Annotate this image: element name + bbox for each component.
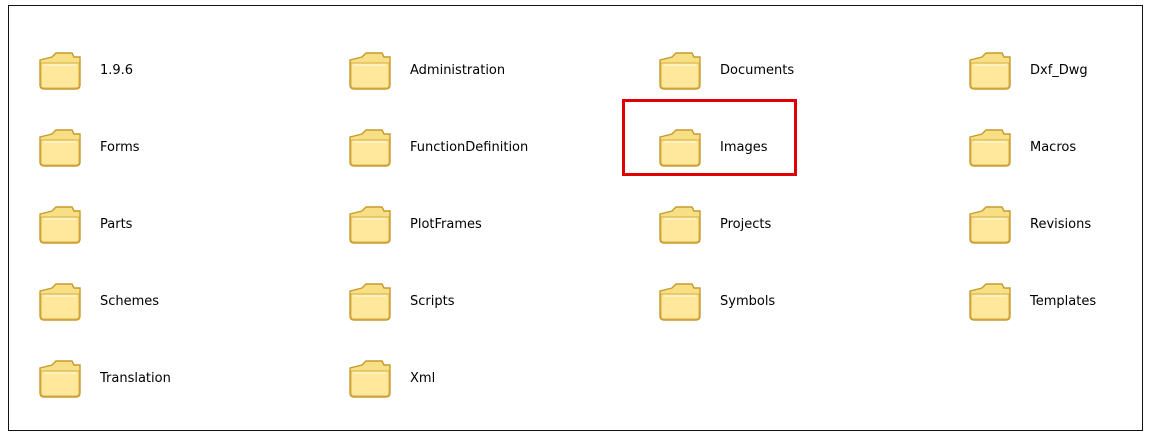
folder-icon <box>969 52 1011 90</box>
folder-item[interactable]: Administration <box>318 47 558 103</box>
folder-label: Revisions <box>1030 217 1092 232</box>
folder-icon <box>349 129 391 167</box>
folder-item[interactable]: Projects <box>628 201 868 257</box>
folder-item[interactable]: FunctionDefinition <box>318 124 558 180</box>
folder-item[interactable]: Parts <box>8 201 248 257</box>
folder-label: Administration <box>410 63 506 78</box>
folder-icon <box>39 52 81 90</box>
folder-label: Schemes <box>100 294 160 309</box>
folder-label: Translation <box>100 371 171 386</box>
folder-label: FunctionDefinition <box>410 140 529 155</box>
folder-item[interactable]: Revisions <box>938 201 1154 257</box>
folder-icon <box>969 206 1011 244</box>
folder-item[interactable]: Dxf_Dwg <box>938 47 1154 103</box>
folder-item[interactable]: Documents <box>628 47 868 103</box>
folder-label: 1.9.6 <box>100 63 134 78</box>
folder-icon <box>659 129 701 167</box>
folder-grid: 1.9.6 Administration Documents Dxf_Dwg F… <box>8 5 1143 431</box>
folder-label: Documents <box>720 63 795 78</box>
folder-item[interactable]: 1.9.6 <box>8 47 248 103</box>
folder-item[interactable]: Forms <box>8 124 248 180</box>
folder-label: Parts <box>100 217 133 232</box>
folder-item[interactable]: PlotFrames <box>318 201 558 257</box>
folder-icon <box>659 206 701 244</box>
folder-item[interactable]: Macros <box>938 124 1154 180</box>
folder-icon <box>349 283 391 321</box>
folder-icon <box>349 52 391 90</box>
folder-icon <box>39 283 81 321</box>
folder-item[interactable]: Schemes <box>8 278 248 334</box>
folder-icon <box>969 129 1011 167</box>
folder-label: Xml <box>410 371 436 386</box>
folder-icon <box>659 283 701 321</box>
folder-label: Symbols <box>720 294 776 309</box>
folder-item[interactable]: Scripts <box>318 278 558 334</box>
folder-label: Projects <box>720 217 772 232</box>
folder-label: PlotFrames <box>410 217 482 232</box>
folder-item[interactable]: Symbols <box>628 278 868 334</box>
folder-label: Scripts <box>410 294 455 309</box>
folder-icon <box>349 206 391 244</box>
folder-icon <box>969 283 1011 321</box>
folder-icon <box>39 360 81 398</box>
folder-item[interactable]: Images <box>628 124 868 180</box>
folder-item[interactable]: Xml <box>318 355 558 411</box>
folder-icon <box>39 129 81 167</box>
folder-label: Macros <box>1030 140 1077 155</box>
folder-label: Images <box>720 140 768 155</box>
folder-icon <box>39 206 81 244</box>
folder-label: Dxf_Dwg <box>1030 63 1088 78</box>
folder-item[interactable]: Translation <box>8 355 248 411</box>
folder-label: Forms <box>100 140 140 155</box>
folder-item[interactable]: Templates <box>938 278 1154 334</box>
folder-icon <box>659 52 701 90</box>
folder-label: Templates <box>1030 294 1097 309</box>
folder-icon <box>349 360 391 398</box>
